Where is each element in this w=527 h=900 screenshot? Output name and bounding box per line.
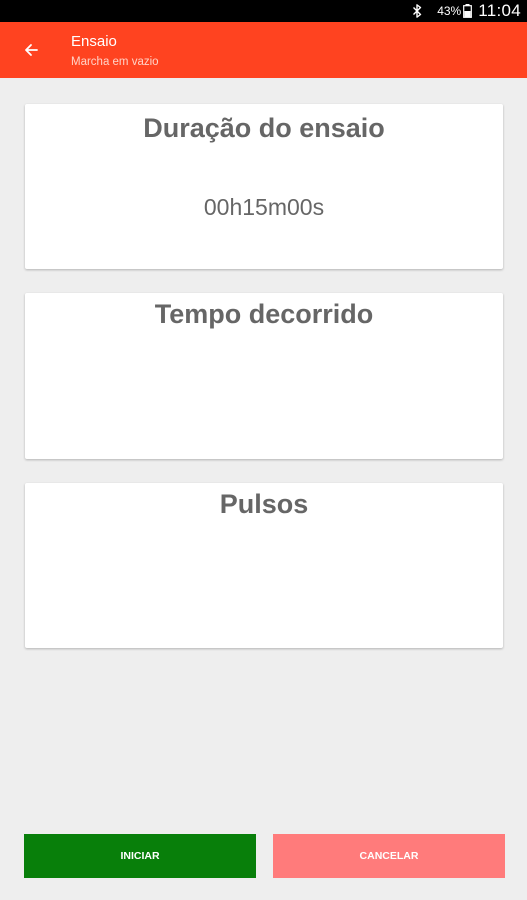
battery-percent: 43% bbox=[437, 4, 462, 18]
elapsed-card: Tempo decorrido bbox=[25, 293, 503, 459]
elapsed-heading: Tempo decorrido bbox=[154, 299, 374, 329]
page-title: Ensaio bbox=[71, 33, 117, 50]
duration-card: Duração do ensaio 00h15m00s bbox=[25, 104, 503, 269]
pulses-card: Pulsos bbox=[25, 483, 503, 648]
cancel-button[interactable]: CANCELAR bbox=[273, 834, 505, 878]
arrow-left-icon bbox=[25, 44, 38, 56]
app-bar: Ensaio Marcha em vazio bbox=[0, 22, 527, 78]
page-subtitle: Marcha em vazio bbox=[71, 56, 159, 68]
duration-value: 00h15m00s bbox=[203, 194, 325, 220]
duration-heading: Duração do ensaio bbox=[143, 113, 385, 143]
battery-icon bbox=[463, 4, 473, 18]
pulses-heading: Pulsos bbox=[219, 489, 309, 519]
clock: 11:04 bbox=[478, 1, 521, 20]
start-button[interactable]: INICIAR bbox=[24, 834, 256, 878]
status-bar: 43% 11:04 bbox=[0, 0, 527, 22]
bluetooth-icon bbox=[413, 4, 422, 18]
back-button[interactable] bbox=[22, 41, 40, 59]
